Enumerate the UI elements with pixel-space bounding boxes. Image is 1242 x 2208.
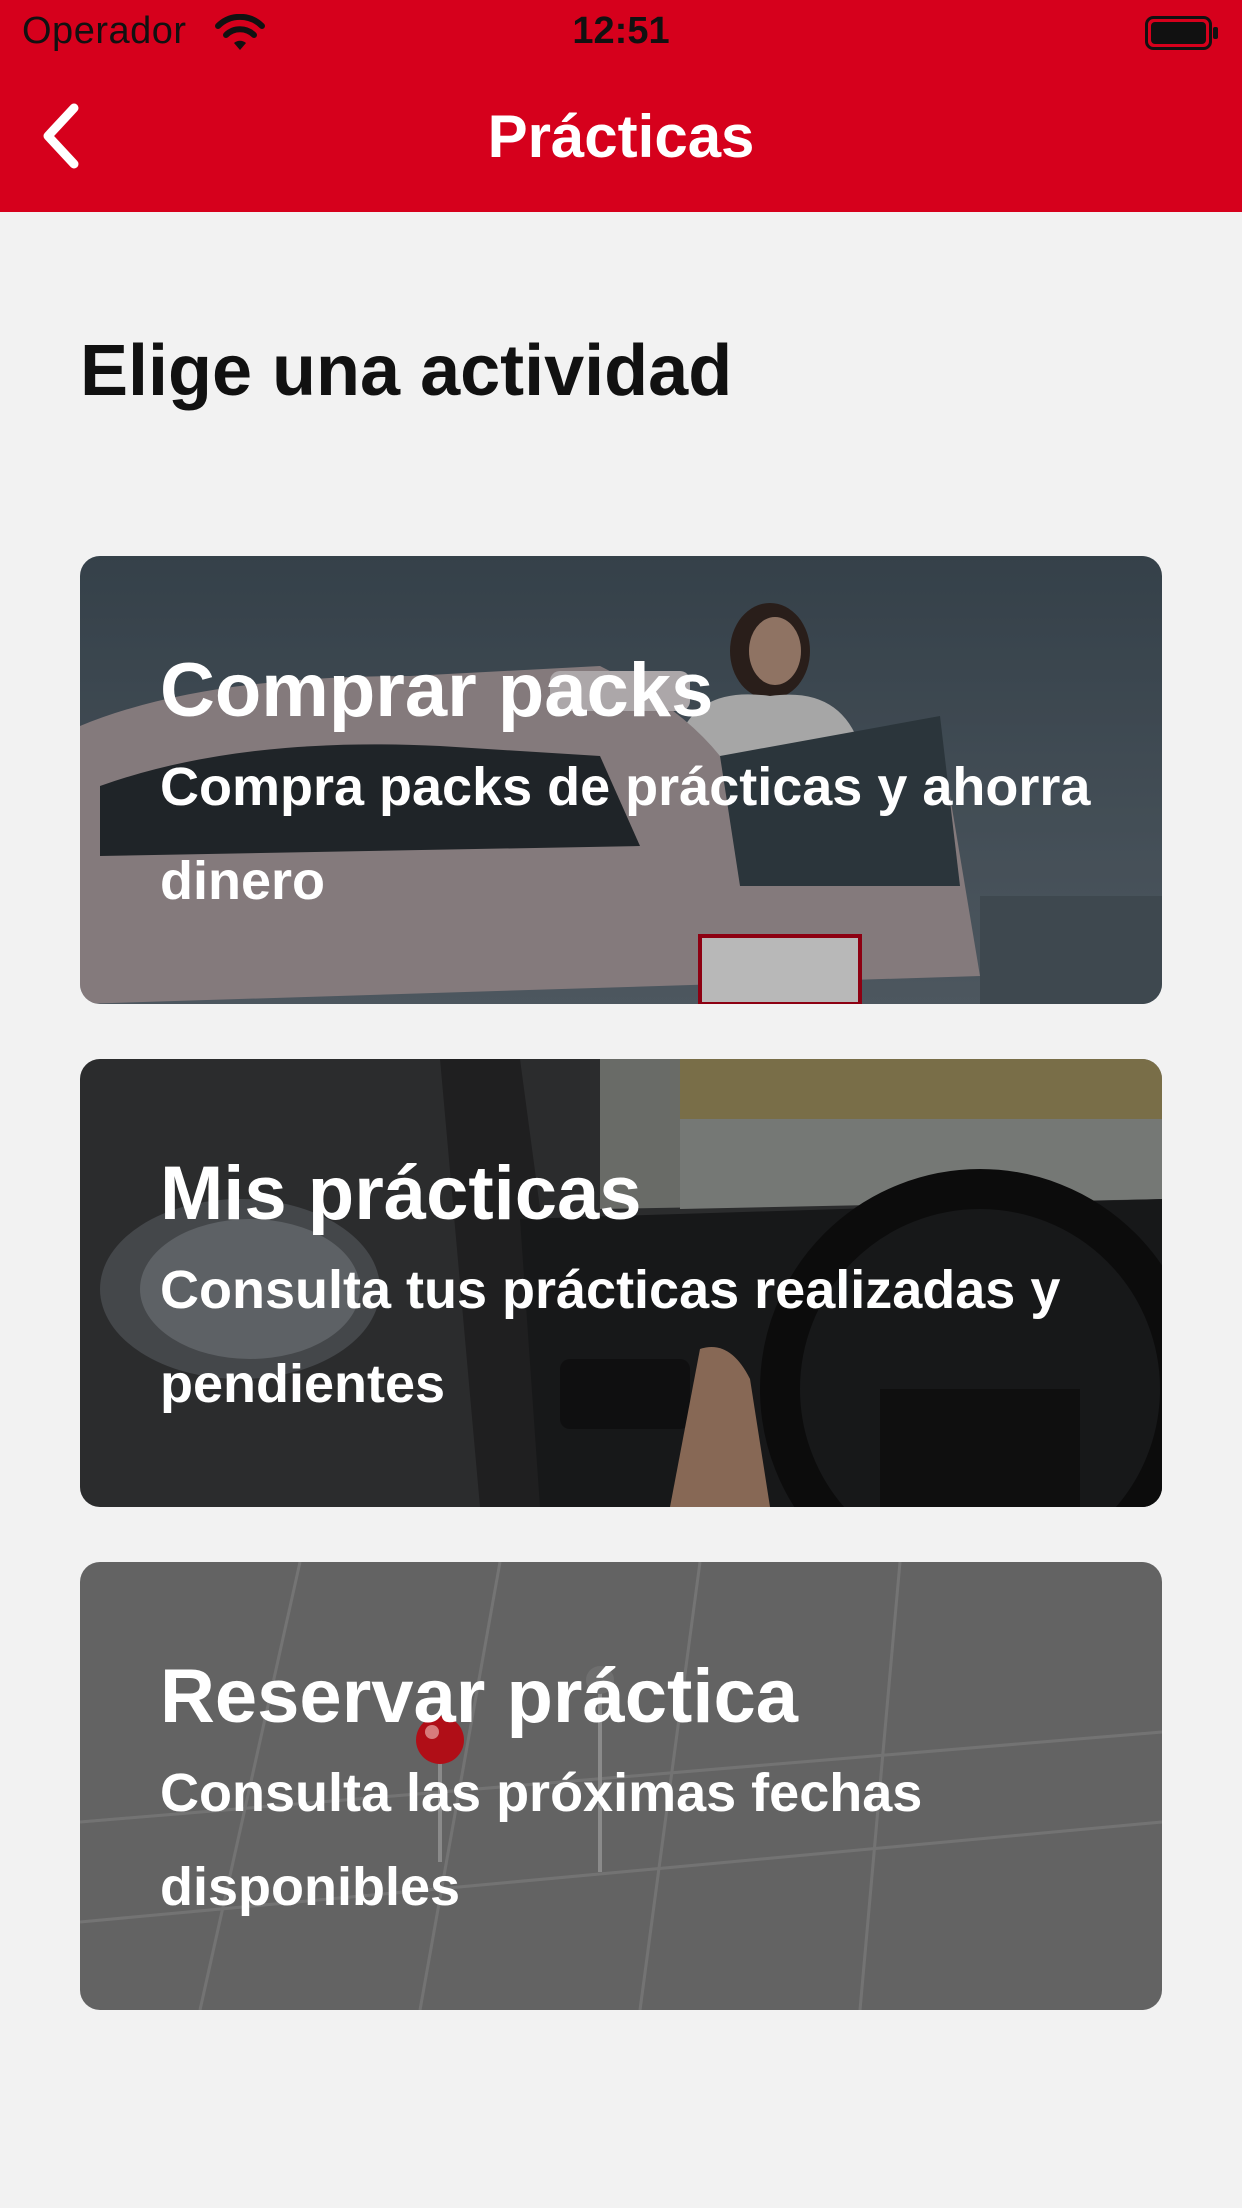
card-text: Mis prácticas Consulta tus prácticas rea…: [160, 1149, 1102, 1431]
my-lessons-card[interactable]: Mis prácticas Consulta tus prácticas rea…: [80, 1059, 1162, 1507]
card-subtitle: Consulta tus prácticas realizadas y pend…: [160, 1260, 1061, 1414]
card-text: Reservar práctica Consulta las próximas …: [160, 1652, 1102, 1934]
navigation-bar: Prácticas: [0, 66, 1242, 212]
card-subtitle: Compra packs de prácticas y ahorra diner…: [160, 757, 1091, 911]
card-text: Comprar packs Compra packs de prácticas …: [160, 646, 1102, 928]
card-title: Reservar práctica: [160, 1654, 798, 1739]
buy-packs-card[interactable]: Comprar packs Compra packs de prácticas …: [80, 556, 1162, 1004]
section-heading: Elige una actividad: [80, 331, 733, 411]
card-subtitle: Consulta las próximas fechas disponibles: [160, 1763, 923, 1917]
status-bar: Operador 12:51: [0, 0, 1242, 66]
book-lesson-card[interactable]: Reservar práctica Consulta las próximas …: [80, 1562, 1162, 2010]
card-title: Comprar packs: [160, 648, 714, 733]
card-title: Mis prácticas: [160, 1151, 642, 1236]
battery-full-icon: [1145, 16, 1218, 50]
app-header: Operador 12:51 Prácticas: [0, 0, 1242, 212]
status-time: 12:51: [572, 10, 670, 52]
page-title: Prácticas: [487, 103, 755, 170]
